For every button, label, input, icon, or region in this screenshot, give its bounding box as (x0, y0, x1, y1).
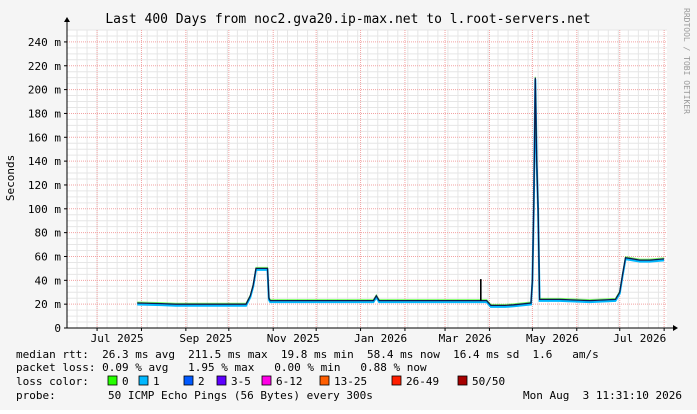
y-tick-label: 120 m (28, 179, 61, 192)
y-tick-label: 140 m (28, 155, 61, 168)
loss-swatch-label: 13-25 (334, 375, 367, 388)
x-axis-arrow (673, 325, 678, 331)
y-tick-label: 40 m (35, 274, 62, 287)
x-tick-labels: Jul 2025 Sep 2025 Nov 2025 Jan 2026 Mar 2026… (91, 332, 667, 345)
y-tick-label: 80 m (35, 227, 62, 240)
legend-packet-loss: packet loss: 0.09 % avg 1.95 % max 0.00 … (16, 361, 427, 374)
loss-swatch (138, 375, 149, 386)
chart-title: Last 400 Days from noc2.gva20.ip-max.net… (105, 12, 590, 27)
x-tick-label: Jul 2025 (91, 332, 144, 345)
legend-probe-desc: 50 ICMP Echo Pings (56 Bytes) every 300s (108, 389, 373, 402)
x-tick-label: Jan 2026 (354, 332, 407, 345)
y-tick-labels: 0 20 m 40 m 60 m 80 m 100 m 120 m 140 m 160 m 180… (28, 36, 61, 335)
y-tick-label: 160 m (28, 131, 61, 144)
loss-swatch-label: 3-5 (231, 375, 251, 388)
y-tick-label: 60 m (35, 250, 62, 263)
loss-swatch (391, 375, 402, 386)
loss-swatch (319, 375, 330, 386)
y-tick-label: 20 m (35, 298, 62, 311)
y-tick-label: 0 (54, 322, 61, 335)
y-tick-label: 180 m (28, 107, 61, 120)
y-tick-label: 240 m (28, 36, 61, 49)
y-axis-arrow (64, 17, 70, 22)
watermark: RRDTOOL / TOBI OETIKER (682, 8, 691, 114)
loss-swatch-label: 26-49 (406, 375, 439, 388)
y-tick-label: 220 m (28, 60, 61, 73)
loss-swatch-label: 0 (122, 375, 129, 388)
legend-loss-color-label: loss color: (16, 375, 89, 388)
legend-timestamp: Mon Aug 3 11:31:10 2026 (523, 389, 682, 402)
x-tick-label: Jul 2026 (613, 332, 666, 345)
x-tick-label: May 2026 (526, 332, 579, 345)
graph-frame: Last 400 Days from noc2.gva20.ip-max.net… (0, 0, 697, 410)
rtt-chart: Last 400 Days from noc2.gva20.ip-max.net… (4, 8, 691, 402)
legend-probe-label: probe: (16, 389, 56, 402)
loss-swatch-label: 1 (153, 375, 160, 388)
loss-swatch-label: 2 (198, 375, 205, 388)
loss-swatch (216, 375, 227, 386)
x-tick-label: Sep 2025 (179, 332, 232, 345)
y-axis-label: Seconds (4, 155, 17, 201)
x-tick-label: Nov 2025 (267, 332, 320, 345)
y-tick-label: 200 m (28, 84, 61, 97)
loss-color-legend: 0 1 2 3-5 6-12 13-25 26-49 50/50 (107, 375, 505, 388)
loss-swatch (261, 375, 272, 386)
legend-median-rtt: median rtt: 26.3 ms avg 211.5 ms max 19.… (16, 348, 599, 361)
loss-swatch-label: 6-12 (276, 375, 303, 388)
x-tick-label: Mar 2026 (439, 332, 492, 345)
loss-swatch (457, 375, 468, 386)
loss-swatch (183, 375, 194, 386)
loss-swatch (107, 375, 118, 386)
loss-swatch-label: 50/50 (472, 375, 505, 388)
y-tick-label: 100 m (28, 203, 61, 216)
